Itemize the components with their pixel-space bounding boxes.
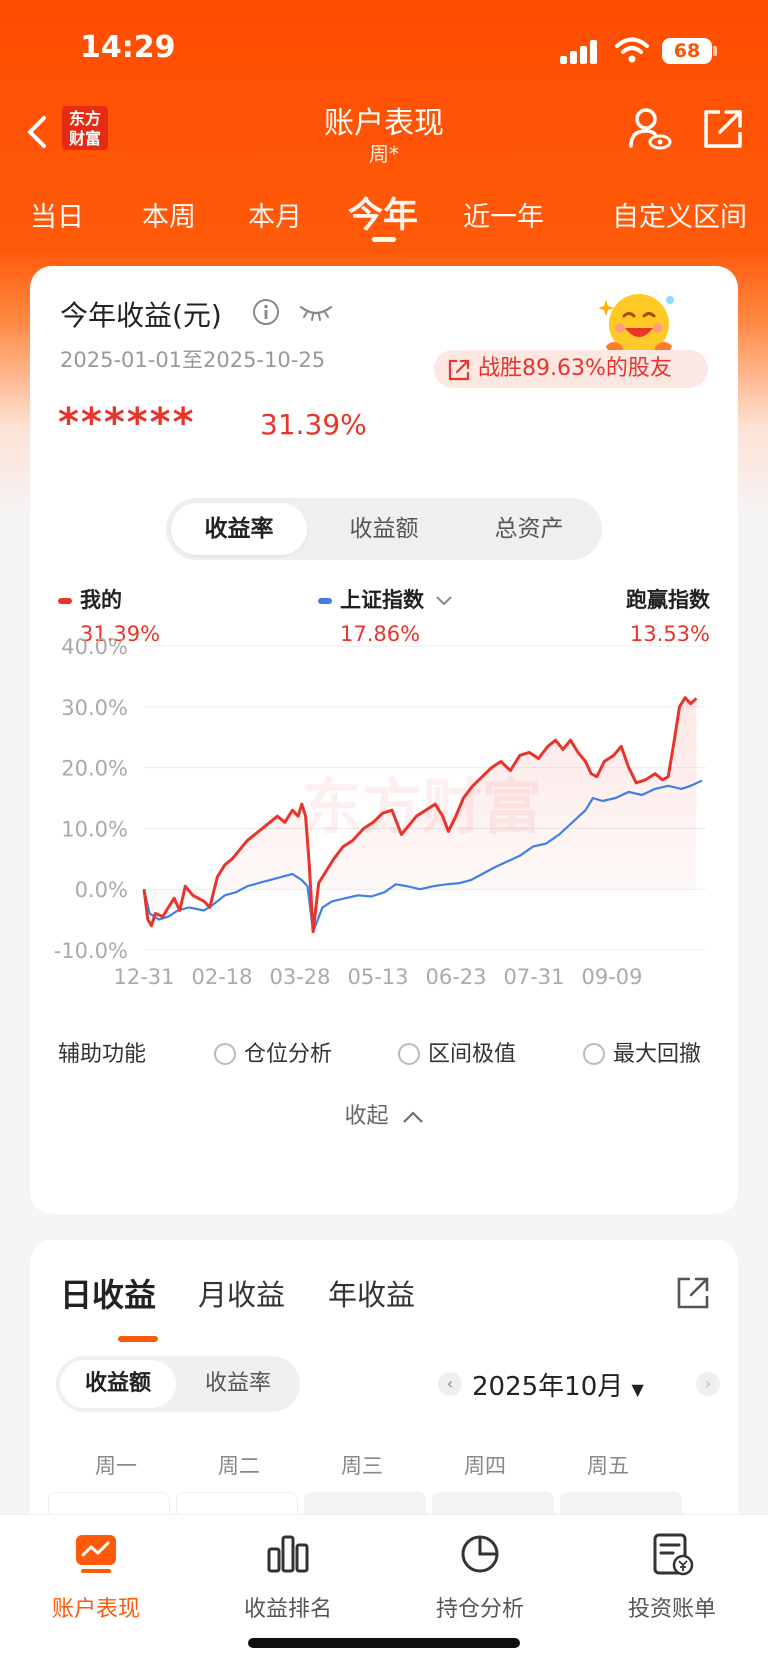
tab-today[interactable]: 当日 [30,195,84,234]
tab-yearly-returns[interactable]: 年收益 [328,1272,415,1314]
battery-icon: 68 [662,38,712,64]
metric-toggle: 收益率 收益额 总资产 [166,498,602,560]
happy-face-icon [598,294,674,354]
weekday-label: 周四 [464,1454,506,1478]
hide-amount-icon[interactable] [298,302,334,324]
y-tick-label: 40.0% [61,635,128,659]
nav-return-ranking[interactable]: 收益排名 [192,1529,384,1623]
y-tick-label: 0.0% [75,878,128,902]
bar-chart-icon [267,1535,309,1573]
radio-icon[interactable] [214,1043,236,1065]
legend-dot-index [318,598,332,604]
aux-label: 辅助功能 [58,1042,147,1067]
beat-peers-badge[interactable]: 战胜89.63%的股友 [434,350,708,388]
x-tick-label: 12-31 [113,965,174,989]
y-tick-label: -10.0% [54,939,128,963]
weekday-label: 周三 [341,1454,383,1478]
metric-total-assets[interactable]: 总资产 [461,503,597,555]
return-percent: 31.39% [260,408,367,441]
x-tick-label: 09-09 [581,965,642,989]
x-tick-label: 06-23 [425,965,486,989]
beat-peers-text: 战胜89.63%的股友 [478,356,672,381]
x-tick-label: 05-13 [347,965,408,989]
y-tick-label: 10.0% [61,817,128,841]
home-indicator [248,1638,520,1648]
status-time: 14:29 [80,30,176,65]
nav-investment-bill[interactable]: 投资账单 [576,1529,768,1623]
aux-position-analysis[interactable]: 仓位分析 [214,1036,332,1068]
collapse-button[interactable]: 收起 [30,1098,738,1130]
tab-past-year[interactable]: 近一年 [463,195,544,234]
weekday-label: 周五 [587,1454,629,1478]
tab-custom-range[interactable]: 自定义区间 [612,195,747,234]
weekday-header: 周一 周二 周三 周四 周五 [30,1450,738,1484]
wifi-icon [615,37,649,63]
share-icon[interactable] [702,108,744,150]
x-tick-label: 02-18 [191,965,252,989]
x-tick-label: 03-28 [269,965,330,989]
nav-holdings-analysis[interactable]: 持仓分析 [384,1529,576,1623]
legend-mine-name: 我的 [80,588,122,612]
month-dropdown[interactable]: 2025年10月 ▼ [472,1366,644,1403]
period-tabs: 当日 本周 本月 今年 近一年 自定义区间 [0,185,768,245]
tab-this-month[interactable]: 本月 [248,195,302,234]
legend-index-name: 上证指数 [340,588,424,612]
chart-screen-icon [76,1535,116,1573]
weekday-label: 周二 [218,1454,260,1478]
active-tab-indicator [118,1336,158,1342]
chevron-down-icon[interactable] [435,595,453,607]
y-tick-label: 20.0% [61,757,128,781]
info-icon[interactable] [252,298,280,326]
yearly-return-card: 今年收益(元) 2025-01-01至2025-10-25 战胜89.63%的股… [30,266,738,1214]
share-icon[interactable] [676,1276,710,1310]
legend-dot-mine [58,598,72,604]
returns-period-tabs: 日收益 月收益 年收益 [60,1270,620,1342]
radio-icon[interactable] [583,1043,605,1065]
toggle-rate[interactable]: 收益率 [180,1360,296,1408]
date-range: 2025-01-01至2025-10-25 [60,348,326,372]
metric-return-rate[interactable]: 收益率 [171,503,307,555]
radio-icon[interactable] [398,1043,420,1065]
tab-monthly-returns[interactable]: 月收益 [198,1272,285,1314]
pie-chart-icon [461,1535,499,1573]
next-month-icon[interactable]: › [696,1372,720,1396]
bill-icon [653,1533,694,1576]
return-line-chart[interactable]: 40.0%30.0%20.0%10.0%0.0%-10.0%东方财富12-31 0… [30,626,738,1006]
aux-max-drawdown[interactable]: 最大回撤 [583,1036,701,1068]
prev-month-icon[interactable]: ‹ [438,1372,462,1396]
cellular-signal-icon [560,40,600,64]
metric-return-amount[interactable]: 收益额 [316,503,452,555]
x-tick-label: 07-31 [503,965,564,989]
nav-account-performance[interactable]: 账户表现 [0,1529,192,1623]
tab-this-year[interactable]: 今年 [348,187,418,238]
y-tick-label: 30.0% [61,696,128,720]
toggle-amount[interactable]: 收益额 [60,1360,176,1408]
battery-tip [713,46,717,56]
legend-excess-name: 跑赢指数 [626,588,710,612]
chevron-up-icon [402,1111,423,1123]
weekday-label: 周一 [95,1454,137,1478]
daily-metric-toggle: 收益额 收益率 [56,1356,300,1412]
caret-down-icon: ▼ [631,1380,644,1399]
status-bar: 14:29 68 [0,0,768,100]
active-tab-indicator [372,237,396,242]
tab-this-week[interactable]: 本周 [142,195,196,234]
return-title: 今年收益(元) [60,299,222,332]
user-eye-icon[interactable] [628,106,672,152]
aux-range-extremes[interactable]: 区间极值 [398,1036,516,1068]
masked-amount: ****** [58,400,196,446]
aux-functions: 辅助功能 仓位分析 区间极值 最大回撤 [58,1034,718,1070]
tab-daily-returns[interactable]: 日收益 [60,1270,156,1316]
share-small-icon [448,359,470,381]
nav-bar: 东方 财富 账户表现 周* [0,90,768,170]
month-selector: ‹ 2025年10月 ▼ › [438,1356,728,1412]
